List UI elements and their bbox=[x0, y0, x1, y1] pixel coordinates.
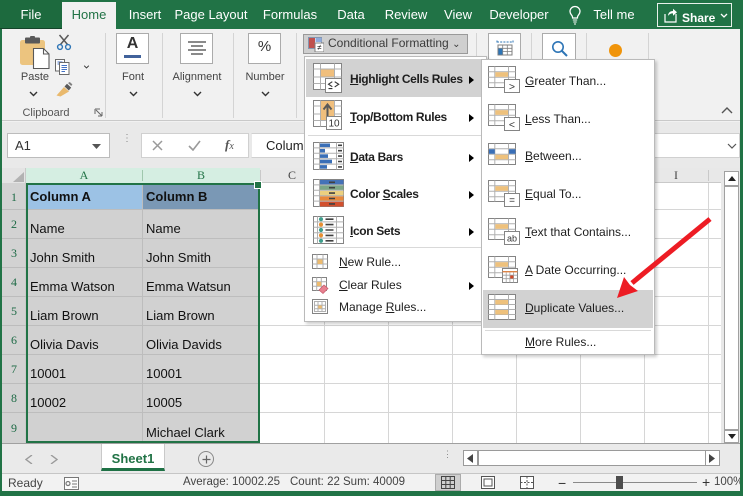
svg-text:=: = bbox=[509, 196, 515, 207]
svg-text:>: > bbox=[509, 81, 515, 93]
svg-text:ab: ab bbox=[507, 234, 517, 244]
svg-text:10: 10 bbox=[328, 119, 340, 130]
svg-text:≠: ≠ bbox=[317, 43, 322, 52]
svg-text:<: < bbox=[509, 119, 515, 131]
